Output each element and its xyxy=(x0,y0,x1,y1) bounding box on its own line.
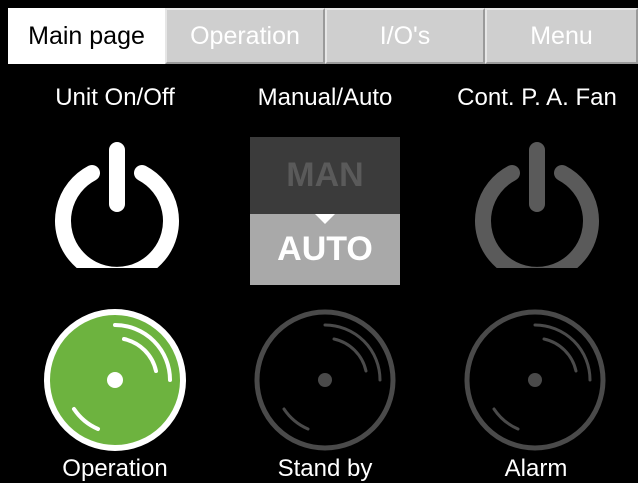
manual-auto-toggle[interactable]: MAN AUTO xyxy=(250,137,400,285)
tab-menu[interactable]: Menu xyxy=(485,8,638,64)
man-option[interactable]: MAN xyxy=(250,137,400,214)
standby-lamp xyxy=(250,305,400,455)
auto-option[interactable]: AUTO xyxy=(250,214,400,285)
lamp-off-icon xyxy=(464,309,606,451)
fan-label: Cont. P. A. Fan xyxy=(457,84,617,111)
lamp-on-icon xyxy=(44,309,186,451)
tab-bar: Main page Operation I/O's Menu xyxy=(0,0,638,64)
standby-label: Stand by xyxy=(277,455,373,482)
manual-auto-label: Manual/Auto xyxy=(257,84,393,111)
selector-arrow-icon xyxy=(315,214,335,224)
alarm-lamp xyxy=(460,305,610,455)
power-icon xyxy=(475,142,599,283)
operation-lamp xyxy=(40,305,190,455)
tab-operation[interactable]: Operation xyxy=(165,8,325,64)
operation-label: Operation xyxy=(62,455,168,482)
tab-ios[interactable]: I/O's xyxy=(325,8,485,64)
unit-on-off-label: Unit On/Off xyxy=(55,84,175,111)
tab-main-page[interactable]: Main page xyxy=(8,8,165,64)
fan-power-button[interactable] xyxy=(472,138,602,283)
alarm-label: Alarm xyxy=(504,455,568,482)
power-icon xyxy=(55,142,179,283)
unit-power-button[interactable] xyxy=(52,138,182,283)
lamp-off-icon xyxy=(254,309,396,451)
